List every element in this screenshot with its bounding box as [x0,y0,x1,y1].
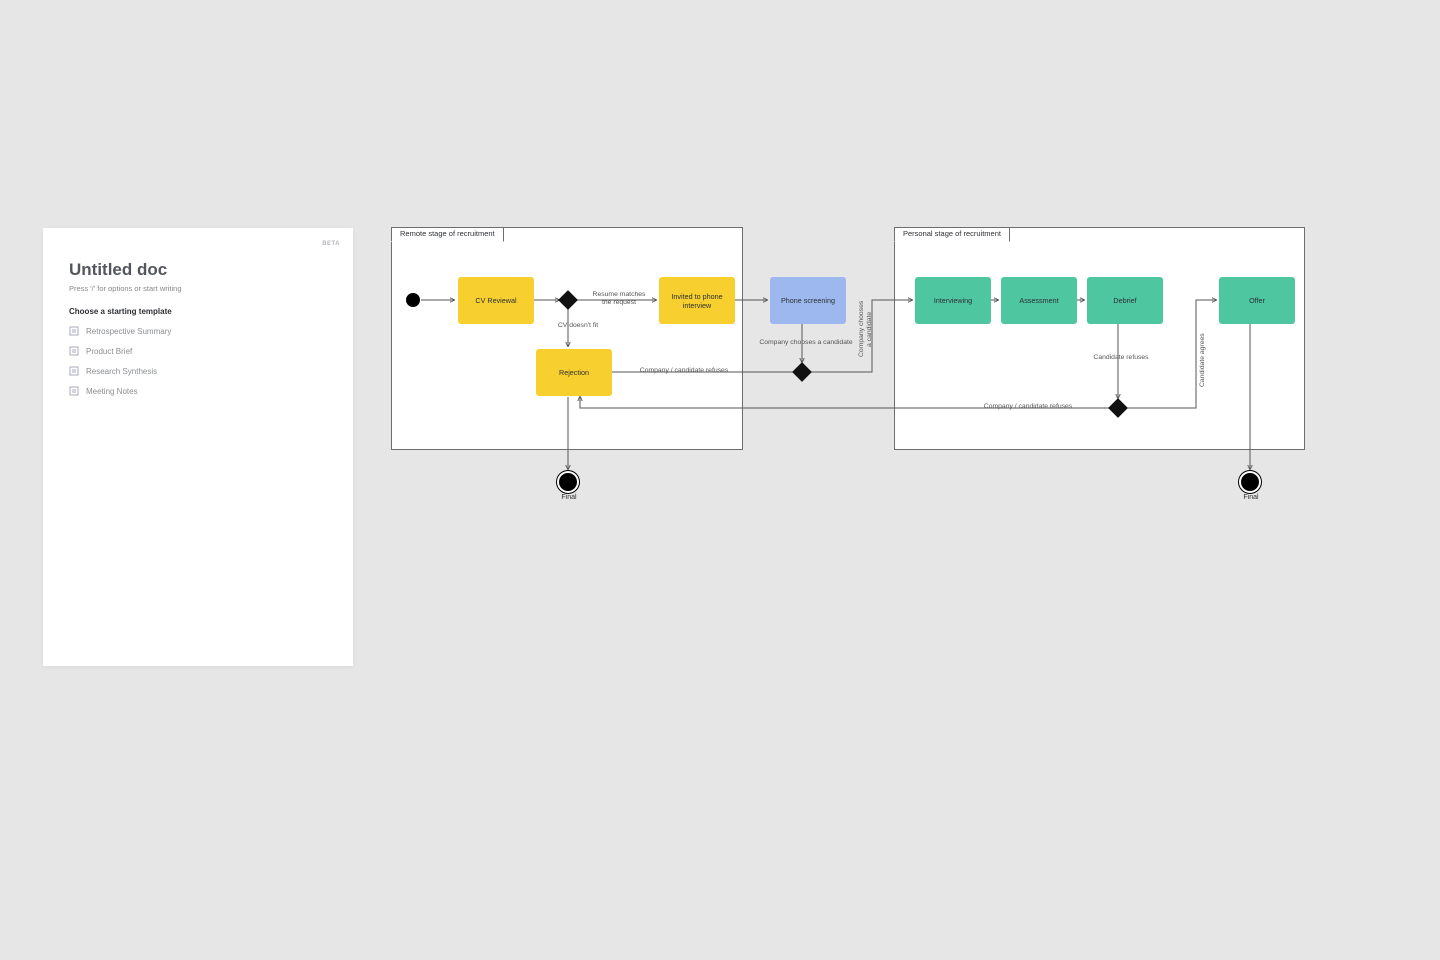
final-label-left: Final [558,494,580,501]
template-header: Choose a starting template [69,307,329,316]
doc-hint: Press '/' for options or start writing [69,284,329,293]
beta-badge: BETA [322,241,340,247]
template-meeting-notes[interactable]: Meeting Notes [69,386,329,396]
stage-remote[interactable]: Remote stage of recruitment [391,227,743,450]
template-label: Retrospective Summary [86,327,171,336]
node-cv-reviewal[interactable]: CV Reviewal [458,277,534,324]
node-debrief[interactable]: Debrief [1087,277,1163,324]
stage-personal-tab: Personal stage of recruitment [894,227,1010,242]
doc-panel: BETA Untitled doc Press '/' for options … [43,228,353,666]
document-icon [69,346,79,356]
node-interviewing[interactable]: Interviewing [915,277,991,324]
document-icon [69,326,79,336]
stage-remote-tab: Remote stage of recruitment [391,227,504,242]
doc-title[interactable]: Untitled doc [69,260,329,280]
node-assessment[interactable]: Assessment [1001,277,1077,324]
document-icon [69,366,79,376]
gateway-phone-screen[interactable] [792,362,812,382]
final-node-right[interactable] [1241,473,1259,491]
node-invited[interactable]: Invited to phone interview [659,277,735,324]
node-offer[interactable]: Offer [1219,277,1295,324]
template-research-synthesis[interactable]: Research Synthesis [69,366,329,376]
template-product-brief[interactable]: Product Brief [69,346,329,356]
template-retrospective[interactable]: Retrospective Summary [69,326,329,336]
stage-personal[interactable]: Personal stage of recruitment [894,227,1305,450]
final-node-left[interactable] [559,473,577,491]
template-label: Meeting Notes [86,387,138,396]
template-label: Product Brief [86,347,132,356]
template-label: Research Synthesis [86,367,157,376]
node-rejection[interactable]: Rejection [536,349,612,396]
final-label-right: Final [1240,494,1262,501]
edge-label-company-chooses-vert: Company chooses a candidate [858,294,874,364]
document-icon [69,386,79,396]
edge-label-company-chooses: Company chooses a candidate [756,339,856,347]
node-phone-screening[interactable]: Phone screening [770,277,846,324]
